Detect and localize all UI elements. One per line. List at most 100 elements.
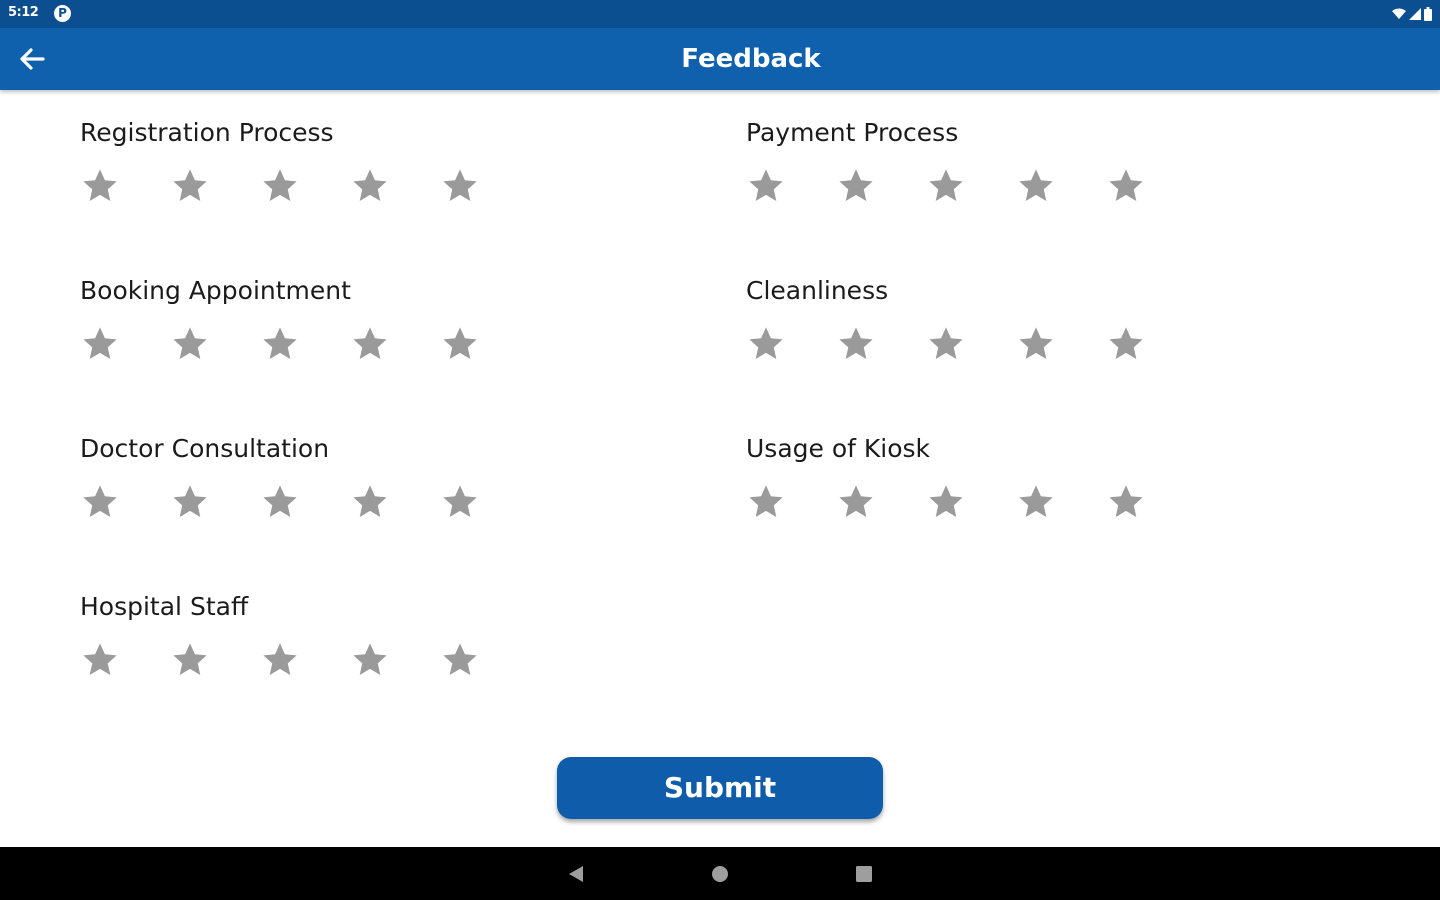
star-icon	[443, 327, 477, 360]
star-button[interactable]	[350, 482, 390, 522]
star-button[interactable]	[260, 482, 300, 522]
star-button[interactable]	[1106, 324, 1146, 364]
star-icon	[173, 169, 207, 202]
signal-icon	[1409, 8, 1421, 20]
star-icon	[173, 485, 207, 518]
star-rating	[746, 323, 1306, 365]
star-button[interactable]	[350, 324, 390, 364]
rating-registration-process: Registration Process	[80, 115, 640, 207]
star-button[interactable]	[926, 166, 966, 206]
rating-label: Doctor Consultation	[80, 434, 330, 463]
star-button[interactable]	[260, 640, 300, 680]
star-icon	[263, 485, 297, 518]
star-icon	[83, 327, 117, 360]
star-button[interactable]	[836, 324, 876, 364]
rating-label: Hospital Staff	[80, 592, 249, 621]
star-button[interactable]	[1106, 482, 1146, 522]
star-icon	[443, 485, 477, 518]
star-button[interactable]	[80, 166, 120, 206]
star-icon	[749, 327, 783, 360]
nav-back-button[interactable]	[563, 861, 589, 887]
battery-icon	[1424, 7, 1432, 21]
submit-button[interactable]: Submit	[557, 757, 883, 819]
star-button[interactable]	[350, 640, 390, 680]
star-icon	[1019, 485, 1053, 518]
star-rating	[80, 639, 640, 681]
rating-cleanliness: Cleanliness	[746, 273, 1306, 365]
star-button[interactable]	[836, 482, 876, 522]
status-bar: 5:12 P	[0, 0, 1440, 28]
star-button[interactable]	[926, 324, 966, 364]
star-button[interactable]	[440, 166, 480, 206]
notification-app-icon: P	[54, 5, 71, 22]
rating-booking-appointment: Booking Appointment	[80, 273, 640, 365]
star-icon	[749, 169, 783, 202]
star-button[interactable]	[746, 482, 786, 522]
star-button[interactable]	[80, 640, 120, 680]
star-button[interactable]	[926, 482, 966, 522]
back-triangle-icon	[569, 866, 583, 882]
rating-payment-process: Payment Process	[746, 115, 1306, 207]
star-icon	[1109, 327, 1143, 360]
star-icon	[1109, 169, 1143, 202]
star-icon	[353, 643, 387, 676]
status-icons	[1392, 5, 1432, 23]
nav-home-button[interactable]	[707, 861, 733, 887]
status-time: 5:12	[8, 5, 39, 20]
rating-label: Cleanliness	[746, 276, 889, 305]
star-button[interactable]	[1016, 324, 1056, 364]
rating-usage-of-kiosk: Usage of Kiosk	[746, 431, 1306, 523]
star-button[interactable]	[170, 640, 210, 680]
star-button[interactable]	[440, 324, 480, 364]
wifi-icon	[1392, 8, 1406, 19]
star-icon	[83, 643, 117, 676]
star-button[interactable]	[80, 324, 120, 364]
feedback-form: Registration Process Payment Process Boo…	[0, 90, 1440, 847]
star-rating	[80, 165, 640, 207]
star-icon	[929, 327, 963, 360]
star-button[interactable]	[440, 640, 480, 680]
star-rating	[746, 481, 1306, 523]
rating-label: Payment Process	[746, 118, 959, 147]
recents-square-icon	[856, 866, 872, 882]
star-button[interactable]	[80, 482, 120, 522]
star-button[interactable]	[836, 166, 876, 206]
star-icon	[173, 643, 207, 676]
rating-label: Booking Appointment	[80, 276, 351, 305]
star-icon	[83, 485, 117, 518]
star-rating	[80, 323, 640, 365]
star-icon	[749, 485, 783, 518]
star-icon	[1019, 327, 1053, 360]
star-button[interactable]	[170, 324, 210, 364]
star-icon	[443, 643, 477, 676]
star-button[interactable]	[1016, 482, 1056, 522]
home-circle-icon	[712, 866, 728, 882]
rating-label: Registration Process	[80, 118, 334, 147]
star-button[interactable]	[440, 482, 480, 522]
star-icon	[263, 327, 297, 360]
star-icon	[263, 169, 297, 202]
star-icon	[929, 169, 963, 202]
star-icon	[443, 169, 477, 202]
star-icon	[839, 169, 873, 202]
star-icon	[173, 327, 207, 360]
star-button[interactable]	[746, 324, 786, 364]
star-icon	[1019, 169, 1053, 202]
star-button[interactable]	[170, 166, 210, 206]
app-bar: Feedback	[0, 28, 1440, 90]
star-icon	[1109, 485, 1143, 518]
star-button[interactable]	[260, 324, 300, 364]
star-button[interactable]	[350, 166, 390, 206]
star-icon	[353, 169, 387, 202]
star-icon	[839, 327, 873, 360]
star-icon	[263, 643, 297, 676]
system-nav-bar	[0, 847, 1440, 900]
rating-hospital-staff: Hospital Staff	[80, 589, 640, 681]
star-button[interactable]	[746, 166, 786, 206]
star-button[interactable]	[170, 482, 210, 522]
star-button[interactable]	[260, 166, 300, 206]
star-button[interactable]	[1106, 166, 1146, 206]
nav-recents-button[interactable]	[851, 861, 877, 887]
star-icon	[83, 169, 117, 202]
star-button[interactable]	[1016, 166, 1056, 206]
